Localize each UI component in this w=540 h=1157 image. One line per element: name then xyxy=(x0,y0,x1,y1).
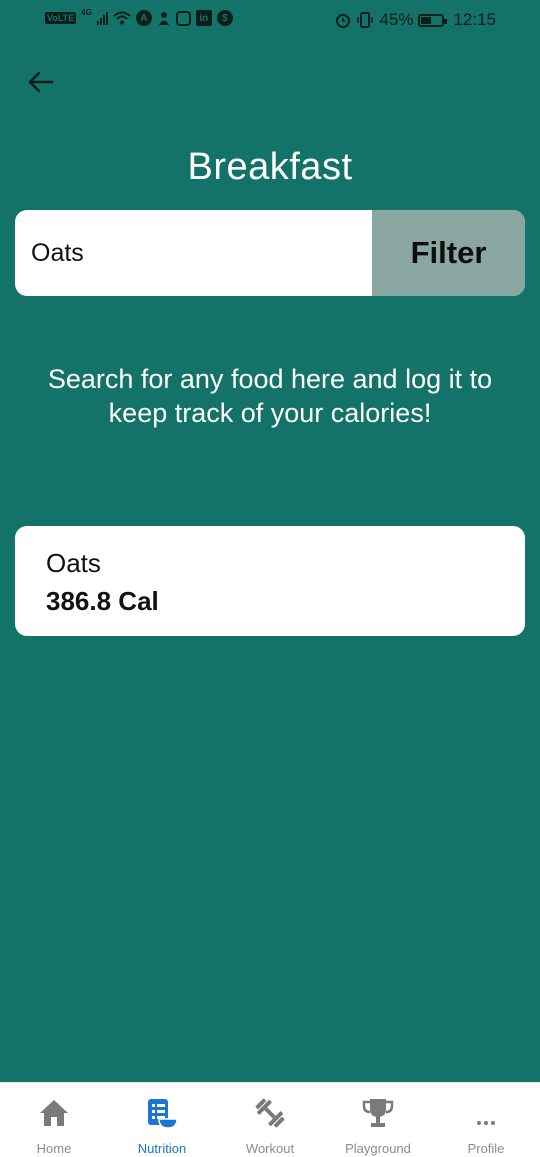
wifi-icon xyxy=(113,11,131,25)
more-icon xyxy=(477,1121,495,1125)
nav-label-nutrition: Nutrition xyxy=(137,1141,187,1156)
linkedin-icon: in xyxy=(195,10,212,26)
nav-item-workout[interactable]: Workout xyxy=(216,1083,324,1157)
home-icon xyxy=(40,1100,68,1126)
clock: 12:15 xyxy=(453,10,496,29)
food-name: Oats xyxy=(46,548,101,578)
nav-item-nutrition[interactable]: Nutrition xyxy=(108,1083,216,1157)
nav-label-home: Home xyxy=(36,1141,72,1156)
alarm-icon xyxy=(336,14,351,28)
signal-icon xyxy=(96,11,108,25)
nav-label-playground: Playground xyxy=(345,1141,411,1156)
nav-item-playground[interactable]: Playground xyxy=(324,1083,432,1157)
nav-item-home[interactable]: Home xyxy=(0,1083,108,1157)
page-title: Breakfast xyxy=(187,146,353,188)
nav-item-profile[interactable]: Profile xyxy=(432,1083,540,1157)
bottom-nav: Home Nutrition Workout Playground Profil… xyxy=(0,1082,540,1157)
battery-percent: 45% xyxy=(379,10,414,29)
volte-icon: VoLTE xyxy=(45,12,77,24)
nav-label-profile: Profile xyxy=(467,1141,505,1156)
food-calories: 386.8 Cal xyxy=(46,586,159,616)
trophy-icon xyxy=(362,1099,394,1127)
filter-button[interactable]: Filter xyxy=(372,210,525,296)
nutrition-icon xyxy=(148,1099,178,1129)
shield-icon: $ xyxy=(216,10,233,26)
back-button[interactable] xyxy=(22,64,58,100)
arrow-left-icon xyxy=(28,71,54,93)
status-bar: VoLTE 4G A in $ 45% 12:15 xyxy=(0,0,540,40)
network-type: 4G xyxy=(81,7,92,17)
nav-label-workout: Workout xyxy=(245,1141,295,1156)
food-result-card[interactable]: Oats 386.8 Cal xyxy=(15,526,525,636)
battery-icon xyxy=(418,13,448,27)
search-input[interactable] xyxy=(15,210,372,296)
search-bar: Filter xyxy=(15,210,525,296)
instagram-icon xyxy=(175,10,191,26)
info-text: Search for any food here and log it to k… xyxy=(47,364,493,428)
app-icon: A xyxy=(135,10,152,26)
vibrate-icon xyxy=(357,12,374,28)
app-icon xyxy=(158,12,169,25)
dumbbell-icon xyxy=(255,1098,285,1128)
